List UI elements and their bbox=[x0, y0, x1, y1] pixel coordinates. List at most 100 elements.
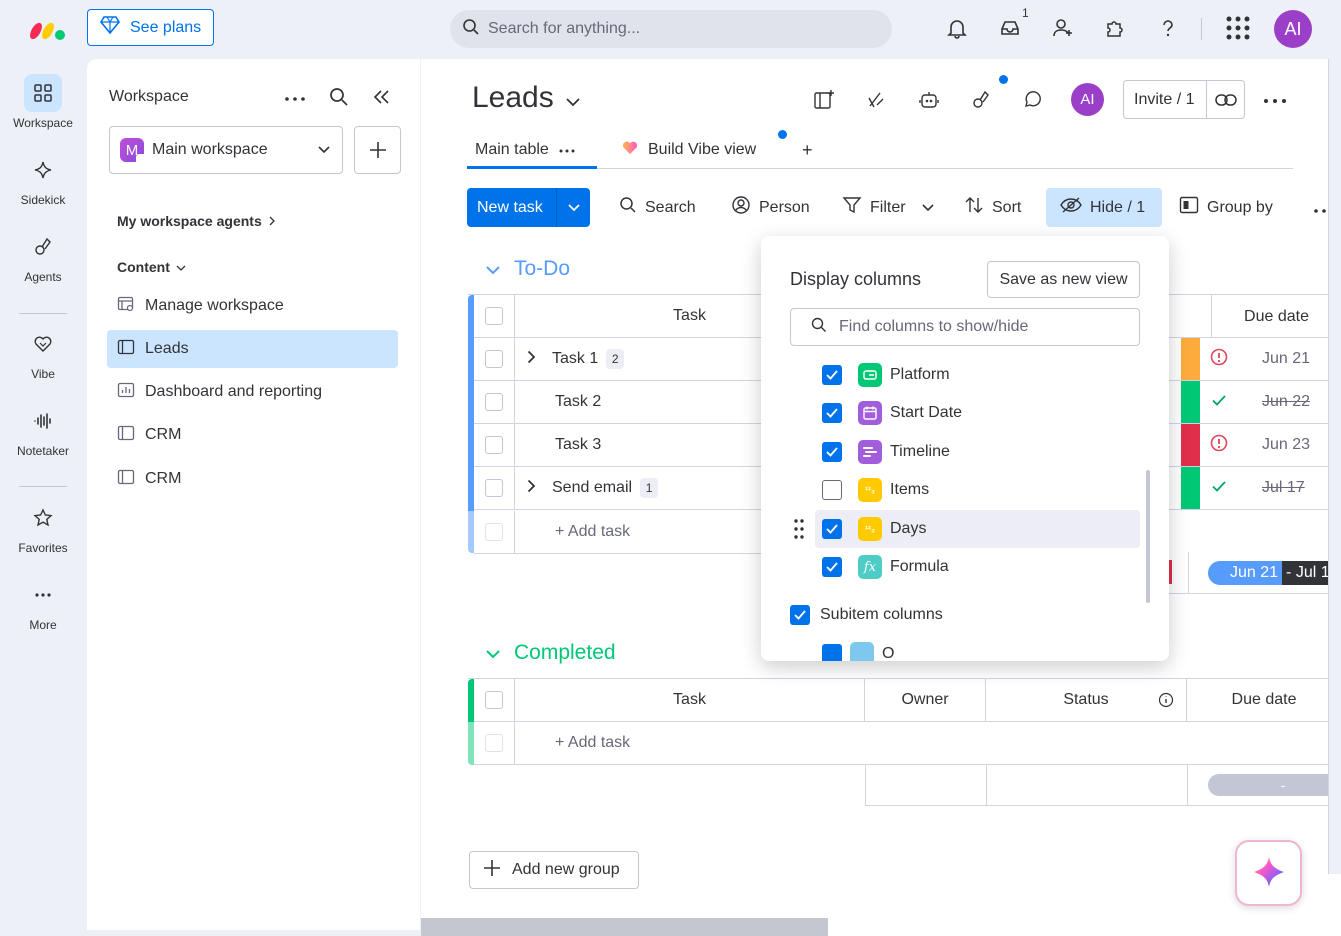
subitem-column-partial[interactable]: O bbox=[815, 642, 894, 661]
puzzle-icon[interactable] bbox=[1101, 14, 1129, 42]
nav-favorites[interactable]: Favorites bbox=[0, 499, 86, 555]
find-columns-input[interactable]: Find columns to show/hide bbox=[790, 308, 1140, 346]
column-checkbox[interactable] bbox=[822, 403, 842, 424]
select-all-checkbox[interactable] bbox=[485, 691, 503, 709]
chevron-down-icon[interactable] bbox=[486, 257, 500, 281]
help-icon[interactable] bbox=[1154, 14, 1182, 42]
column-checkbox[interactable] bbox=[822, 480, 842, 501]
chevron-down-icon[interactable] bbox=[921, 199, 934, 217]
monday-logo-icon[interactable] bbox=[28, 16, 68, 42]
nav-sidekick[interactable]: Sidekick bbox=[0, 151, 86, 207]
status-cell[interactable] bbox=[1181, 467, 1200, 509]
column-toggle-items[interactable]: ¹²₃ Items bbox=[815, 471, 1140, 509]
chevron-right-icon[interactable] bbox=[527, 350, 536, 369]
vertical-scrollbar[interactable] bbox=[1328, 59, 1341, 874]
column-toggle-days[interactable]: ¹²₃ Days bbox=[815, 509, 1140, 548]
nav-vibe[interactable]: Vibe bbox=[0, 325, 86, 381]
automation-icon[interactable] bbox=[863, 87, 889, 113]
add-workspace-item-button[interactable] bbox=[354, 126, 401, 174]
my-workspace-agents-link[interactable]: My workspace agents bbox=[117, 213, 276, 229]
row-checkbox[interactable] bbox=[485, 479, 503, 497]
subitem-columns-toggle[interactable]: Subitem columns bbox=[790, 605, 943, 625]
group-header-completed[interactable]: Completed bbox=[486, 641, 616, 665]
subitem-count-badge[interactable]: 2 bbox=[606, 349, 625, 369]
filter-button[interactable]: Filter bbox=[842, 188, 934, 227]
sidebar-widget-icon[interactable] bbox=[811, 87, 837, 113]
column-checkbox[interactable] bbox=[822, 557, 842, 577]
add-task-input[interactable]: + Add task bbox=[515, 511, 774, 553]
sidekick-button[interactable] bbox=[1235, 840, 1302, 906]
ws-item-dashboard[interactable]: Dashboard and reporting bbox=[107, 373, 398, 411]
column-toggle-platform[interactable]: Platform bbox=[815, 356, 1140, 394]
due-date-cell[interactable]: Jun 21 bbox=[1200, 338, 1341, 380]
user-avatar[interactable]: AI bbox=[1274, 10, 1312, 48]
workspace-search-icon[interactable] bbox=[329, 87, 349, 110]
copy-link-icon[interactable] bbox=[1207, 93, 1244, 107]
see-plans-button[interactable]: See plans bbox=[87, 9, 214, 46]
save-as-new-view-button[interactable]: Save as new view bbox=[987, 261, 1140, 298]
column-checkbox[interactable] bbox=[822, 441, 842, 462]
nav-notetaker[interactable]: Notetaker bbox=[0, 402, 86, 458]
tab-build-vibe-view[interactable]: Build Vibe view bbox=[622, 137, 756, 163]
column-toggle-timeline[interactable]: Timeline bbox=[815, 433, 1140, 471]
status-cell[interactable] bbox=[1181, 338, 1200, 380]
group-by-button[interactable]: Group by bbox=[1179, 188, 1273, 227]
group-title[interactable]: To-Do bbox=[514, 257, 570, 281]
agents-icon[interactable] bbox=[968, 87, 994, 113]
row-checkbox[interactable] bbox=[485, 436, 503, 454]
due-date-cell[interactable]: Jun 23 bbox=[1200, 424, 1341, 466]
board-title[interactable]: Leads bbox=[472, 81, 580, 115]
add-view-button[interactable]: + bbox=[802, 137, 813, 163]
tab-options-icon[interactable] bbox=[559, 141, 575, 159]
apps-grid-icon[interactable] bbox=[1224, 14, 1252, 42]
status-cell[interactable] bbox=[1181, 381, 1200, 423]
chevron-down-icon[interactable] bbox=[486, 641, 500, 665]
content-section-toggle[interactable]: Content bbox=[117, 259, 186, 275]
nav-more[interactable]: More bbox=[0, 576, 86, 632]
row-checkbox[interactable] bbox=[485, 393, 503, 411]
collapse-panel-icon[interactable] bbox=[371, 87, 391, 110]
sort-button[interactable]: Sort bbox=[964, 188, 1021, 227]
subitem-count-badge[interactable]: 1 bbox=[640, 478, 659, 498]
global-search-input[interactable]: Search for anything... bbox=[450, 10, 892, 48]
due-date-cell[interactable]: Jul 17 bbox=[1200, 467, 1341, 509]
comment-icon[interactable] bbox=[1020, 87, 1046, 113]
group-header-todo[interactable]: To-Do bbox=[486, 257, 570, 281]
group-title[interactable]: Completed bbox=[514, 641, 616, 665]
nav-workspace[interactable]: Workspace bbox=[0, 74, 86, 130]
chevron-right-icon[interactable] bbox=[527, 479, 536, 498]
column-checkbox[interactable] bbox=[822, 644, 842, 661]
add-new-group-button[interactable]: Add new group bbox=[469, 851, 639, 889]
board-member-avatar[interactable]: AI bbox=[1071, 83, 1104, 116]
tab-main-table[interactable]: Main table bbox=[475, 137, 575, 163]
status-cell[interactable] bbox=[1181, 424, 1200, 466]
drag-handle-icon[interactable] bbox=[794, 518, 804, 543]
workspace-selector[interactable]: M Main workspace bbox=[109, 126, 343, 174]
ws-item-crm[interactable]: CRM bbox=[107, 460, 398, 498]
person-filter-button[interactable]: Person bbox=[731, 188, 810, 227]
inbox-icon[interactable] bbox=[996, 14, 1024, 42]
search-button[interactable]: Search bbox=[619, 188, 696, 227]
column-toggle-start-date[interactable]: Start Date bbox=[815, 394, 1140, 432]
hide-columns-button[interactable]: Hide / 1 bbox=[1046, 188, 1162, 227]
column-toggle-formula[interactable]: fx Formula bbox=[815, 548, 1140, 586]
invite-button[interactable]: Invite / 1 bbox=[1123, 80, 1245, 119]
bell-icon[interactable] bbox=[943, 14, 971, 42]
horizontal-scrollbar[interactable] bbox=[421, 918, 828, 936]
timeline-summary[interactable]: Jun 21 - Jul 17 bbox=[1208, 561, 1341, 585]
workspace-options-icon[interactable] bbox=[284, 89, 306, 112]
nav-agents[interactable]: Agents bbox=[0, 228, 86, 284]
due-date-cell[interactable]: Jun 22 bbox=[1200, 381, 1341, 423]
column-checkbox[interactable] bbox=[822, 365, 842, 385]
robot-icon[interactable] bbox=[916, 87, 942, 113]
invite-user-icon[interactable] bbox=[1049, 14, 1077, 42]
new-task-button[interactable]: New task bbox=[467, 188, 590, 227]
row-checkbox[interactable] bbox=[485, 350, 503, 368]
board-more-icon[interactable] bbox=[1263, 91, 1287, 114]
ws-item-crm[interactable]: CRM bbox=[107, 416, 398, 454]
ws-item-leads[interactable]: Leads bbox=[107, 330, 398, 368]
ws-item-manage-workspace[interactable]: Manage workspace bbox=[107, 287, 398, 325]
column-checkbox[interactable] bbox=[822, 518, 842, 539]
chevron-down-icon[interactable] bbox=[557, 203, 590, 212]
add-task-input[interactable]: + Add task bbox=[515, 722, 1341, 764]
